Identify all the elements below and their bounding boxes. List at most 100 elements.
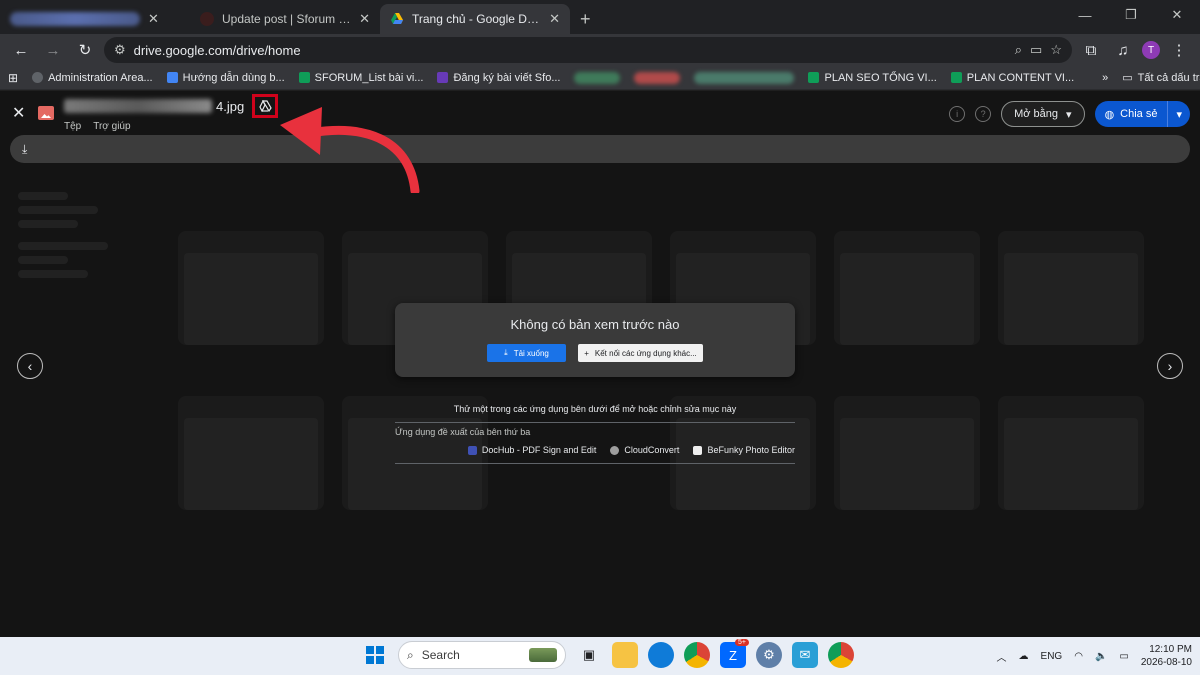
clock[interactable]: 12:10 PM 2026-08-10 [1141, 643, 1192, 669]
tab-sforum-cms[interactable]: Update post | Sforum CMS ✕ [190, 4, 380, 34]
share-dropdown-icon[interactable]: ▾ [1167, 101, 1190, 127]
language-indicator[interactable]: ENG [1041, 651, 1063, 662]
zalo-icon[interactable]: Z 5+ [720, 639, 749, 668]
tab-blurred[interactable]: ✕ [0, 4, 190, 34]
cast-icon[interactable]: ▭ [1030, 42, 1042, 58]
tray-overflow-icon[interactable]: ︿ [997, 649, 1007, 664]
zoom-icon[interactable]: ⌕ [1015, 42, 1022, 58]
bookmark-item-blurred[interactable] [574, 71, 621, 84]
apps-lead-text: Thử một trong các ứng dụng bên dưới để m… [453, 404, 737, 414]
next-file-icon[interactable]: › [1157, 353, 1183, 379]
drive-file-viewer: ✕ 4.jpg Tệp Trợ giúp i ? Mở bằng ▾ ◍ Chi… [0, 91, 1200, 637]
tab-google-drive[interactable]: Trang chủ - Google Drive ✕ [380, 4, 570, 34]
menu-kebab-icon[interactable]: ⋮ [1166, 37, 1192, 63]
start-menu-icon[interactable] [362, 642, 388, 668]
share-button[interactable]: ◍ Chia sẻ ▾ [1094, 101, 1190, 127]
bookmark-item[interactable]: Administration Area... [32, 72, 153, 84]
settings-gear-icon[interactable]: ⚙ [756, 642, 782, 668]
bookmark-item[interactable]: SFORUM_List bài vi... [298, 72, 423, 84]
dochub-icon [467, 445, 477, 455]
app-dochub[interactable]: DocHub - PDF Sign and Edit [467, 445, 596, 455]
restore-icon[interactable]: ❐ [1108, 0, 1154, 30]
suggested-apps: Thử một trong các ứng dụng bên dưới để m… [395, 404, 795, 464]
bookmark-label: Hướng dẫn dùng b... [182, 71, 285, 84]
connect-apps-button[interactable]: + Kết nối các ứng dụng khác... [578, 344, 703, 362]
close-viewer-icon[interactable]: ✕ [12, 103, 32, 123]
no-preview-title: Không có bản xem trước nào [510, 317, 680, 332]
dropdown-arrow-icon: ▾ [1066, 108, 1072, 121]
blurred-tab-title [10, 12, 140, 26]
bookmark-star-icon[interactable]: ☆ [1050, 42, 1062, 58]
wifi-icon[interactable]: ◠ [1074, 651, 1083, 662]
chrome-profile-icon[interactable] [828, 642, 854, 668]
bookmark-item-blurred[interactable] [634, 71, 681, 84]
file-explorer-icon[interactable] [612, 642, 638, 668]
chrome-icon[interactable] [684, 642, 710, 668]
onedrive-icon[interactable]: ☁ [1019, 651, 1029, 662]
bookmark-label: Administration Area... [48, 71, 153, 84]
mail-icon[interactable]: ✉ [792, 642, 818, 668]
download-toolbar: ⤓ [10, 135, 1190, 163]
apps-grid-icon[interactable]: ⊞ [8, 71, 18, 85]
extensions-icon[interactable]: ⧉ [1078, 37, 1104, 63]
bookmark-item[interactable]: Đăng ký bài viết Sfo... [437, 72, 560, 84]
app-cloudconvert[interactable]: CloudConvert [610, 445, 679, 455]
close-window-icon[interactable]: ✕ [1154, 0, 1200, 30]
download-icon[interactable]: ⤓ [22, 142, 27, 157]
menu-help[interactable]: Trợ giúp [93, 121, 130, 132]
reload-icon[interactable]: ↻ [72, 37, 98, 63]
task-view-icon[interactable]: ▣ [576, 642, 602, 668]
profile-avatar[interactable]: T [1142, 41, 1160, 59]
edge-icon[interactable] [648, 642, 674, 668]
address-bar[interactable]: ⚙ drive.google.com/drive/home ⌕ ▭ ☆ [104, 37, 1072, 63]
bookmark-item[interactable]: PLAN SEO TỔNG VI... [808, 72, 937, 84]
blurred-bookmark [694, 71, 795, 84]
app-befunky[interactable]: BeFunky Photo Editor [693, 445, 795, 455]
volume-icon[interactable]: 🔈 [1095, 651, 1107, 662]
minimize-icon[interactable]: — [1062, 0, 1108, 30]
docs-icon [166, 72, 178, 83]
window-controls: — ❐ ✕ [1062, 0, 1200, 30]
viewer-header: ✕ 4.jpg Tệp Trợ giúp i ? Mở bằng ▾ ◍ Chi… [0, 91, 1200, 135]
app-name: BeFunky Photo Editor [707, 445, 795, 455]
taskbar-search[interactable]: ⌕ Search [398, 641, 566, 669]
tab-title: Trang chủ - Google Drive [412, 12, 542, 26]
bookmark-item[interactable]: PLAN CONTENT VI... [950, 71, 1075, 84]
open-with-button[interactable]: Mở bằng ▾ [1001, 101, 1085, 127]
media-icon[interactable]: ♫ [1110, 37, 1136, 63]
download-button[interactable]: ⤓ Tải xuống [487, 344, 566, 362]
app-name: CloudConvert [624, 445, 680, 455]
previous-file-icon[interactable]: ‹ [17, 353, 43, 379]
close-tab-icon[interactable]: ✕ [359, 11, 370, 27]
back-arrow-icon[interactable]: ← [8, 37, 34, 63]
bookmark-label: PLAN CONTENT VI... [966, 71, 1075, 84]
all-bookmarks[interactable]: ▭ Tất cả dấu trang [1122, 71, 1200, 85]
open-with-label: Mở bằng [1014, 108, 1059, 120]
site-info-icon[interactable]: ⚙ [114, 42, 126, 58]
download-label: Tải xuống [513, 348, 549, 358]
bookmark-item[interactable]: Hướng dẫn dùng b... [166, 71, 285, 84]
connect-apps-label: Kết nối các ứng dụng khác... [594, 348, 697, 358]
clock-date: 2026-08-10 [1140, 657, 1192, 668]
befunky-icon [693, 445, 703, 455]
battery-icon[interactable]: ▭ [1119, 651, 1128, 662]
blurred-file-name [64, 99, 212, 113]
close-tab-icon[interactable]: ✕ [549, 11, 560, 27]
sforum-favicon-icon [200, 12, 214, 26]
file-title-area: 4.jpg Tệp Trợ giúp [64, 94, 279, 132]
new-tab-button[interactable]: + [570, 4, 601, 34]
more-bookmarks-icon[interactable]: » [1102, 72, 1108, 84]
system-tray: ︿ ☁ ENG ◠ 🔈 ▭ 12:10 PM 2026-08-10 [997, 637, 1192, 675]
menu-file[interactable]: Tệp [64, 121, 81, 132]
bookmark-item-blurred[interactable] [694, 71, 795, 84]
search-highlight-icon [529, 648, 557, 662]
share-label: Chia sẻ [1120, 108, 1158, 120]
globe-icon: ◍ [1104, 108, 1115, 121]
close-tab-icon[interactable]: ✕ [148, 11, 159, 27]
search-icon: ⌕ [407, 647, 414, 662]
url-text: drive.google.com/drive/home [133, 42, 301, 58]
download-icon: ⤓ [504, 348, 508, 357]
forward-arrow-icon[interactable]: → [40, 37, 66, 63]
help-icon[interactable]: ? [975, 106, 992, 122]
details-icon[interactable]: i [949, 106, 966, 122]
